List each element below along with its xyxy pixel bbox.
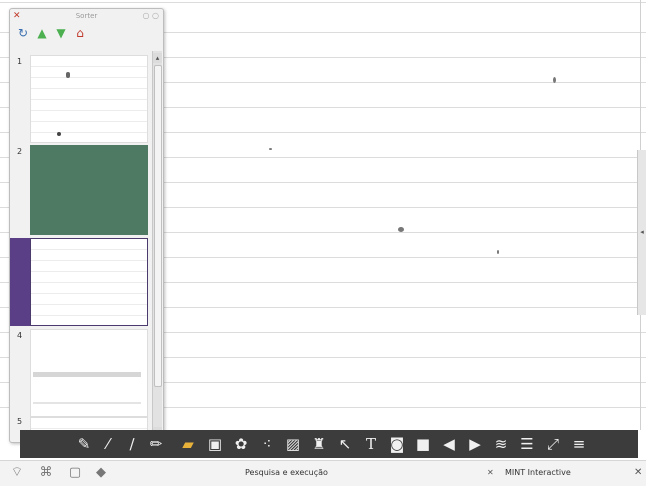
- pen-medium-icon[interactable]: ∕: [123, 434, 141, 454]
- previous-page-icon[interactable]: ◀: [440, 434, 458, 454]
- camera-icon[interactable]: ◙: [388, 434, 406, 454]
- slide-mark: [66, 72, 70, 78]
- slide-mark: [33, 372, 141, 377]
- wifi-icon[interactable]: ⌔: [8, 465, 26, 481]
- scrollbar-thumb[interactable]: [154, 65, 162, 387]
- color-palette-icon[interactable]: ✿: [232, 434, 250, 454]
- slide-thumbnail-selected[interactable]: [30, 238, 148, 326]
- next-page-icon[interactable]: ▶: [466, 434, 484, 454]
- image-icon[interactable]: ▨: [284, 434, 302, 454]
- selected-slide-indicator: [10, 238, 30, 326]
- canvas-mark: [553, 77, 556, 83]
- arrow-up-icon[interactable]: ▲: [35, 26, 49, 40]
- app-icon[interactable]: ◆: [94, 465, 108, 481]
- canvas-mark: [398, 227, 404, 232]
- layers-icon[interactable]: ☰: [518, 434, 536, 454]
- panel-window-controls[interactable]: ○ ○: [142, 9, 159, 23]
- panel-titlebar[interactable]: ✕ Sorter ○ ○: [10, 9, 163, 23]
- pointer-icon[interactable]: ↖: [336, 434, 354, 454]
- canvas-mark: [497, 250, 499, 254]
- stamp-icon[interactable]: ♜: [310, 434, 328, 454]
- highlighter-icon[interactable]: ▰: [179, 434, 197, 454]
- window-icon[interactable]: ▢: [64, 465, 86, 481]
- pen-icon[interactable]: ✎: [75, 434, 93, 454]
- taskbar: ⌔ ⌘ ▢ ◆ Pesquisa e execução ✕ MINT Inter…: [0, 460, 646, 486]
- panel-toolbar: ↻ ▲ ▼ ⌂: [16, 26, 87, 42]
- slide-number: 5: [17, 417, 23, 426]
- menu-icon[interactable]: ≡: [570, 434, 588, 454]
- bottom-toolbar: ✎ ⁄ ∕ ✏ ▰ ▣ ✿ ⁖ ▨ ♜ ↖ T ◙ ■ ◀ ▶ ≋ ☰ ⤢ ≡: [20, 430, 638, 458]
- slide-number: 1: [17, 57, 23, 66]
- mint-app-icon[interactable]: ✕: [487, 464, 494, 482]
- canvas-mark: [269, 148, 272, 150]
- video-camera-icon[interactable]: ■: [414, 434, 432, 454]
- refresh-icon[interactable]: ↻: [16, 26, 30, 40]
- arrow-down-icon[interactable]: ▼: [54, 26, 68, 40]
- slide-sorter-panel: ✕ Sorter ○ ○ ↻ ▲ ▼ ⌂ 1 2 4 5 ▴ ▾: [9, 8, 164, 443]
- slide-number: 4: [17, 331, 23, 340]
- dots-icon[interactable]: ⁖: [258, 434, 276, 454]
- fullscreen-icon[interactable]: ⤢: [544, 434, 562, 454]
- slide-thumbnail-list: 1 2 4 5: [10, 51, 152, 441]
- slide-number: 2: [17, 147, 23, 156]
- slide-thumbnail[interactable]: [30, 145, 148, 235]
- slide-mark: [33, 402, 141, 404]
- slide-thumbnail[interactable]: [30, 329, 148, 417]
- eraser-icon[interactable]: ▣: [206, 434, 224, 454]
- add-layer-icon[interactable]: ≋: [492, 434, 510, 454]
- controller-icon[interactable]: ⌘: [34, 465, 58, 481]
- close-icon[interactable]: ✕: [634, 464, 642, 482]
- panel-title: Sorter: [75, 12, 98, 20]
- text-icon[interactable]: T: [362, 434, 380, 454]
- panel-close-icon[interactable]: ✕: [13, 9, 21, 23]
- panel-scrollbar[interactable]: ▴ ▾: [152, 51, 162, 440]
- task-mint-interactive[interactable]: MINT Interactive: [505, 464, 571, 482]
- scroll-up-icon[interactable]: ▴: [153, 53, 162, 63]
- slide-thumbnail[interactable]: [30, 55, 148, 143]
- pencil-icon[interactable]: ✏: [147, 434, 165, 454]
- delete-icon[interactable]: ⌂: [73, 26, 87, 40]
- task-search[interactable]: Pesquisa e execução: [245, 464, 328, 482]
- slide-mark: [57, 132, 61, 136]
- pen-thin-icon[interactable]: ⁄: [99, 434, 117, 454]
- collapse-arrow-icon[interactable]: ◂: [639, 228, 645, 236]
